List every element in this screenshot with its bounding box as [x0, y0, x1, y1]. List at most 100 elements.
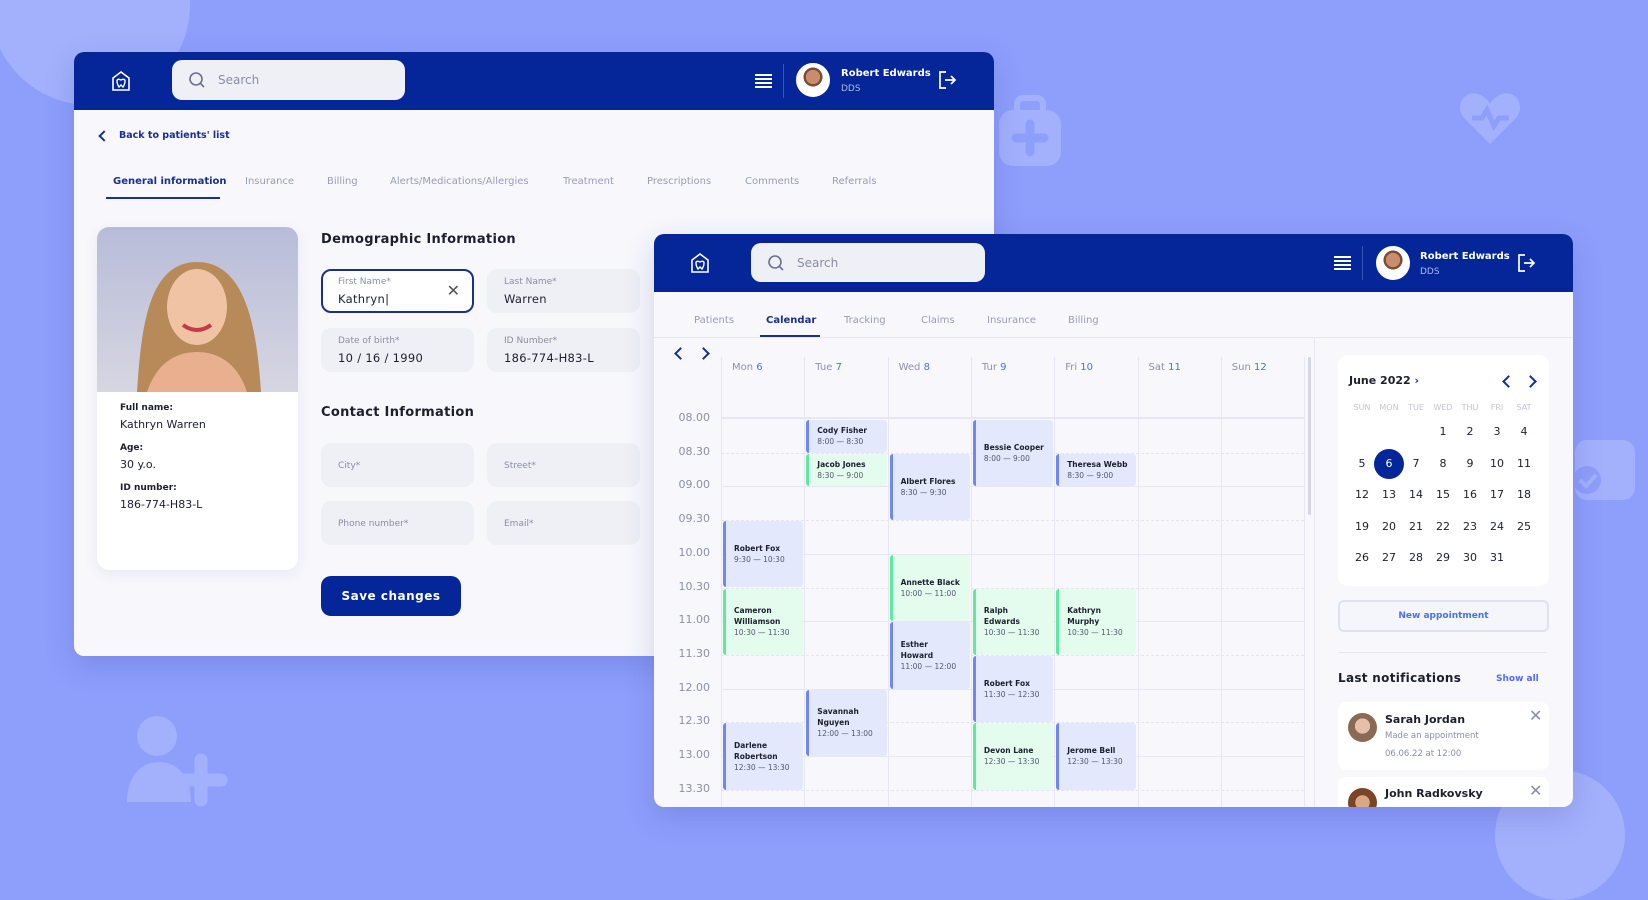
appointment-event[interactable]: Cameron Williamson 10:30 — 11:30: [723, 588, 804, 655]
close-icon[interactable]: ✕: [1529, 783, 1542, 799]
first-name-input[interactable]: Kathryn|: [338, 292, 457, 306]
appointment-event[interactable]: Kathryn Murphy 10:30 — 11:30: [1056, 588, 1137, 655]
tab-insurance[interactable]: Insurance: [245, 176, 294, 187]
next-week-icon[interactable]: [697, 347, 710, 360]
appointment-event[interactable]: Robert Fox 9:30 — 10:30: [723, 521, 804, 588]
appointment-event[interactable]: Esther Howard 11:00 — 12:00: [889, 622, 970, 689]
grid-scrollbar[interactable]: [1308, 357, 1311, 515]
calendar-date[interactable]: 16: [1455, 480, 1485, 510]
id-number-field[interactable]: ID Number* 186-774-H83-L: [487, 328, 640, 372]
calendar-date[interactable]: 21: [1401, 512, 1431, 542]
appointment-event[interactable]: Ralph Edwards 10:30 — 11:30: [972, 588, 1054, 655]
calendar-date[interactable]: 2: [1455, 417, 1485, 447]
tab-billing[interactable]: Billing: [1068, 315, 1099, 326]
appointment-event[interactable]: Theresa Webb 8:30 — 9:00: [1056, 453, 1137, 487]
calendar-date[interactable]: 6: [1374, 448, 1404, 479]
appointment-event[interactable]: Savannah Nguyen 12:00 — 13:00: [806, 689, 887, 756]
tab-general-information[interactable]: General information: [113, 176, 227, 187]
calendar-date[interactable]: 7: [1401, 449, 1431, 479]
id-number-input[interactable]: 186-774-H83-L: [504, 351, 623, 365]
calendar-date[interactable]: 31: [1482, 543, 1512, 573]
appointment-event[interactable]: Jacob Jones 8:30 — 9:00: [806, 453, 887, 487]
search-bar[interactable]: [751, 243, 985, 282]
tab-billing[interactable]: Billing: [327, 176, 358, 187]
day-header[interactable]: Wed 8: [899, 362, 930, 373]
day-header[interactable]: Tue 7: [815, 362, 842, 373]
appointment-event[interactable]: Albert Flores 8:30 — 9:30: [889, 453, 970, 521]
appointment-event[interactable]: Devon Lane 12:30 — 13:30: [972, 723, 1054, 790]
menu-icon[interactable]: [1334, 256, 1351, 270]
clear-icon[interactable]: ✕: [447, 283, 460, 299]
calendar-date[interactable]: 20: [1374, 512, 1404, 542]
user-avatar[interactable]: [796, 63, 830, 97]
save-changes-button[interactable]: Save changes: [321, 576, 461, 616]
logout-icon[interactable]: [937, 70, 957, 90]
calendar-date[interactable]: 13: [1374, 480, 1404, 510]
calendar-date[interactable]: 30: [1455, 543, 1485, 573]
appointment-event[interactable]: Darlene Robertson 12:30 — 13:30: [723, 723, 804, 790]
calendar-date[interactable]: 26: [1347, 543, 1377, 573]
tab-comments[interactable]: Comments: [745, 176, 799, 187]
calendar-date[interactable]: 15: [1428, 480, 1458, 510]
tab-referrals[interactable]: Referrals: [832, 176, 877, 187]
tab-treatment[interactable]: Treatment: [563, 176, 614, 187]
notification-item[interactable]: John Radkovsky ✕: [1338, 777, 1549, 807]
search-input[interactable]: [218, 73, 368, 87]
day-header[interactable]: Sun 12: [1232, 362, 1267, 373]
calendar-date[interactable]: 18: [1509, 480, 1539, 510]
prev-month-icon[interactable]: [1502, 375, 1515, 388]
calendar-date[interactable]: 4: [1509, 417, 1539, 447]
calendar-date[interactable]: 23: [1455, 512, 1485, 542]
calendar-date[interactable]: 11: [1509, 449, 1539, 479]
calendar-date[interactable]: 19: [1347, 512, 1377, 542]
calendar-date[interactable]: 5: [1347, 449, 1377, 479]
day-header[interactable]: Sat 11: [1149, 362, 1181, 373]
dob-input[interactable]: 10 / 16 / 1990: [338, 351, 457, 365]
calendar-date[interactable]: 14: [1401, 480, 1431, 510]
calendar-date[interactable]: 9: [1455, 449, 1485, 479]
street-field[interactable]: Street*: [487, 443, 640, 487]
tab-insurance[interactable]: Insurance: [987, 315, 1036, 326]
calendar-date[interactable]: 27: [1374, 543, 1404, 573]
notification-item[interactable]: Sarah Jordan Made an appointment 06.06.2…: [1338, 702, 1549, 770]
calendar-date[interactable]: 3: [1482, 417, 1512, 447]
email-field[interactable]: Email*: [487, 501, 640, 545]
back-to-patients-link[interactable]: Back to patients' list: [98, 129, 230, 142]
close-icon[interactable]: ✕: [1529, 708, 1542, 724]
logout-icon[interactable]: [1516, 253, 1536, 273]
tab-alerts-medications-allergies[interactable]: Alerts/Medications/Allergies: [390, 176, 529, 187]
calendar-date[interactable]: 17: [1482, 480, 1512, 510]
calendar-date[interactable]: 25: [1509, 512, 1539, 542]
calendar-date[interactable]: 12: [1347, 480, 1377, 510]
new-appointment-button[interactable]: New appointment: [1338, 600, 1549, 632]
day-header[interactable]: Tur 9: [982, 362, 1007, 373]
calendar-date[interactable]: 24: [1482, 512, 1512, 542]
dob-field[interactable]: Date of birth* 10 / 16 / 1990: [321, 328, 474, 372]
tab-claims[interactable]: Claims: [921, 315, 955, 326]
show-all-link[interactable]: Show all: [1496, 674, 1539, 684]
search-input[interactable]: [797, 255, 947, 270]
city-field[interactable]: City*: [321, 443, 474, 487]
month-title[interactable]: June 2022 ›: [1349, 374, 1419, 387]
menu-icon[interactable]: [755, 74, 772, 88]
tab-prescriptions[interactable]: Prescriptions: [647, 176, 711, 187]
calendar-date[interactable]: 22: [1428, 512, 1458, 542]
phone-field[interactable]: Phone number*: [321, 501, 474, 545]
next-month-icon[interactable]: [1524, 375, 1537, 388]
appointment-event[interactable]: Robert Fox 11:30 — 12:30: [972, 655, 1054, 723]
tab-calendar[interactable]: Calendar: [766, 315, 816, 326]
tooth-home-logo-icon[interactable]: [110, 70, 132, 92]
day-header[interactable]: Fri 10: [1065, 362, 1093, 373]
appointment-event[interactable]: Cody Fisher 8:00 — 8:30: [806, 420, 887, 453]
last-name-input[interactable]: Warren: [504, 292, 623, 306]
tooth-home-logo-icon[interactable]: [689, 252, 711, 274]
appointment-event[interactable]: Jerome Bell 12:30 — 13:30: [1056, 723, 1137, 790]
appointment-event[interactable]: Annette Black 10:00 — 11:00: [889, 554, 970, 622]
last-name-field[interactable]: Last Name* Warren: [487, 269, 640, 313]
search-bar[interactable]: [172, 60, 405, 100]
calendar-date[interactable]: 28: [1401, 543, 1431, 573]
calendar-date[interactable]: 1: [1428, 417, 1458, 447]
calendar-date[interactable]: 8: [1428, 449, 1458, 479]
first-name-field[interactable]: First Name* Kathryn| ✕: [321, 269, 474, 313]
tab-tracking[interactable]: Tracking: [844, 315, 886, 326]
